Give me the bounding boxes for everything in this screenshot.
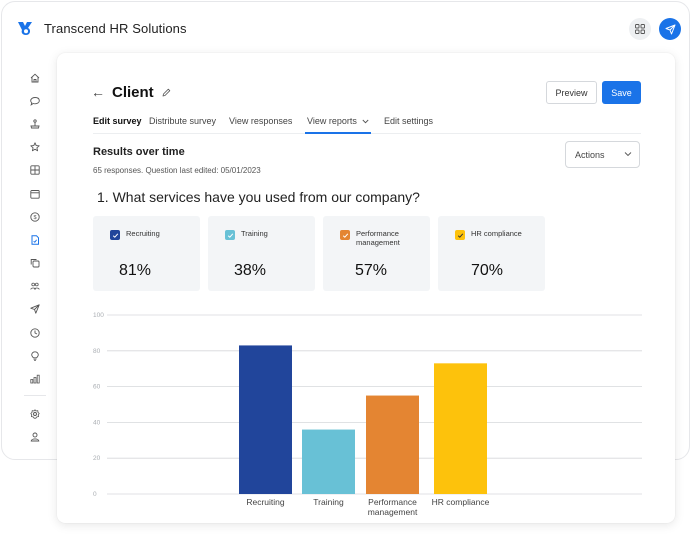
stat-value: 70% — [471, 262, 504, 279]
survey-tabs: Edit survey Distribute survey View respo… — [93, 111, 641, 134]
sidebar-item-billing[interactable]: $ — [24, 205, 46, 228]
actions-dropdown[interactable]: Actions — [565, 141, 640, 168]
sidebar-item-send[interactable] — [24, 298, 46, 321]
sidebar-item-surveys[interactable] — [24, 228, 46, 251]
sidebar-item-reports[interactable] — [24, 367, 46, 390]
svg-text:$: $ — [33, 215, 36, 221]
responses-meta: 65 responses. Question last edited: 05/0… — [93, 166, 261, 175]
checkmark-icon — [457, 232, 463, 238]
calendar-icon — [30, 189, 40, 199]
chevron-down-icon — [624, 152, 632, 157]
stat-label: Performance management — [356, 229, 400, 247]
logo-icon — [18, 22, 32, 35]
sidebar-item-users[interactable] — [24, 275, 46, 298]
survey-document-icon — [31, 235, 39, 245]
actions-label: Actions — [575, 150, 605, 160]
stat-card-training: Training 38% — [208, 216, 315, 291]
checkbox-recruiting[interactable] — [110, 230, 120, 240]
sidebar-item-history[interactable] — [24, 321, 46, 344]
section-title: Results over time — [93, 146, 185, 158]
tab-distribute-survey[interactable]: Distribute survey — [149, 116, 216, 126]
sidebar-item-settings[interactable] — [24, 403, 46, 426]
lightbulb-icon — [31, 351, 39, 361]
send-icon — [30, 304, 40, 315]
y-tick-label: 80 — [93, 348, 101, 355]
sidebar-item-calendar[interactable] — [24, 182, 46, 205]
checkmark-icon — [227, 232, 233, 238]
preview-button[interactable]: Preview — [546, 81, 597, 104]
app-title: Transcend HR Solutions — [44, 21, 187, 36]
question-text: 1. What services have you used from our … — [97, 189, 420, 205]
sidebar-item-dashboard[interactable] — [24, 159, 46, 182]
sidebar-divider — [24, 394, 46, 396]
send-button[interactable] — [659, 18, 681, 40]
stat-label: Training — [241, 229, 268, 238]
pencil-icon[interactable] — [162, 88, 171, 97]
tab-view-reports-label: View reports — [307, 116, 357, 126]
bar-performance-management[interactable] — [366, 395, 419, 494]
stat-card-recruiting: Recruiting 81% — [93, 216, 200, 291]
y-tick-label: 60 — [93, 384, 101, 391]
tab-edit-settings[interactable]: Edit settings — [384, 116, 433, 126]
stat-value: 81% — [119, 262, 152, 279]
joystick-icon — [30, 119, 40, 129]
page-title: Client — [112, 84, 154, 101]
y-tick-label: 20 — [93, 455, 101, 462]
x-category-label: HR compliance — [432, 497, 490, 507]
x-category-label: Recruiting — [246, 497, 285, 507]
stat-value: 57% — [355, 262, 388, 279]
save-button[interactable]: Save — [602, 81, 641, 104]
chevron-down-icon — [362, 119, 369, 124]
stat-value: 38% — [234, 262, 267, 279]
checkmark-icon — [342, 232, 348, 238]
checkbox-training[interactable] — [225, 230, 235, 240]
bar-training[interactable] — [302, 429, 355, 494]
sidebar-item-profile[interactable] — [24, 426, 46, 449]
x-category-label: Performance management — [368, 497, 418, 517]
stat-label: HR compliance — [471, 229, 522, 238]
grid-icon — [635, 24, 645, 34]
star-icon — [30, 142, 40, 152]
bar-chart: 0 20 40 60 80 100 Recruiting Training Performanc… — [93, 312, 642, 517]
survey-report-card: ← Client Preview Save Edit survey Distri… — [57, 53, 675, 523]
sidebar-item-copy[interactable] — [24, 252, 46, 275]
apps-grid-button[interactable] — [629, 18, 651, 40]
sidebar-item-games[interactable] — [24, 112, 46, 135]
y-tick-label: 100 — [93, 312, 104, 319]
checkbox-hr-compliance[interactable] — [455, 230, 465, 240]
user-icon — [30, 432, 40, 442]
checkbox-performance-management[interactable] — [340, 230, 350, 240]
settings-icon — [30, 409, 40, 419]
stat-card-performance-management: Performance management 57% — [323, 216, 430, 291]
tab-view-responses[interactable]: View responses — [229, 116, 292, 126]
sidebar-item-home[interactable] — [24, 66, 46, 89]
stat-card-hr-compliance: HR compliance 70% — [438, 216, 545, 291]
sidebar: $ — [24, 66, 46, 449]
tab-view-reports[interactable]: View reports — [307, 116, 369, 126]
dashboard-grid-icon — [30, 165, 40, 175]
bar-hr-compliance[interactable] — [434, 363, 487, 494]
dollar-icon: $ — [30, 212, 40, 222]
checkmark-icon — [112, 232, 118, 238]
copy-icon — [30, 259, 40, 268]
sidebar-item-chat[interactable] — [24, 89, 46, 112]
y-tick-label: 0 — [93, 491, 97, 498]
bar-recruiting[interactable] — [239, 345, 292, 494]
clock-icon — [30, 328, 40, 338]
app-header: Transcend HR Solutions — [2, 2, 689, 54]
send-icon — [665, 24, 675, 34]
y-tick-label: 40 — [93, 419, 101, 426]
stat-label: Recruiting — [126, 229, 160, 238]
back-arrow-icon[interactable]: ← — [91, 84, 105, 100]
home-icon — [30, 73, 40, 83]
sidebar-item-favorites[interactable] — [24, 136, 46, 159]
x-category-label: Training — [313, 497, 344, 507]
active-tab-indicator — [305, 132, 371, 134]
sidebar-item-ideas[interactable] — [24, 344, 46, 367]
chat-bubble-icon — [30, 96, 40, 106]
tab-edit-survey[interactable]: Edit survey — [93, 116, 142, 126]
users-icon — [30, 282, 40, 290]
bar-chart-icon — [30, 374, 40, 384]
